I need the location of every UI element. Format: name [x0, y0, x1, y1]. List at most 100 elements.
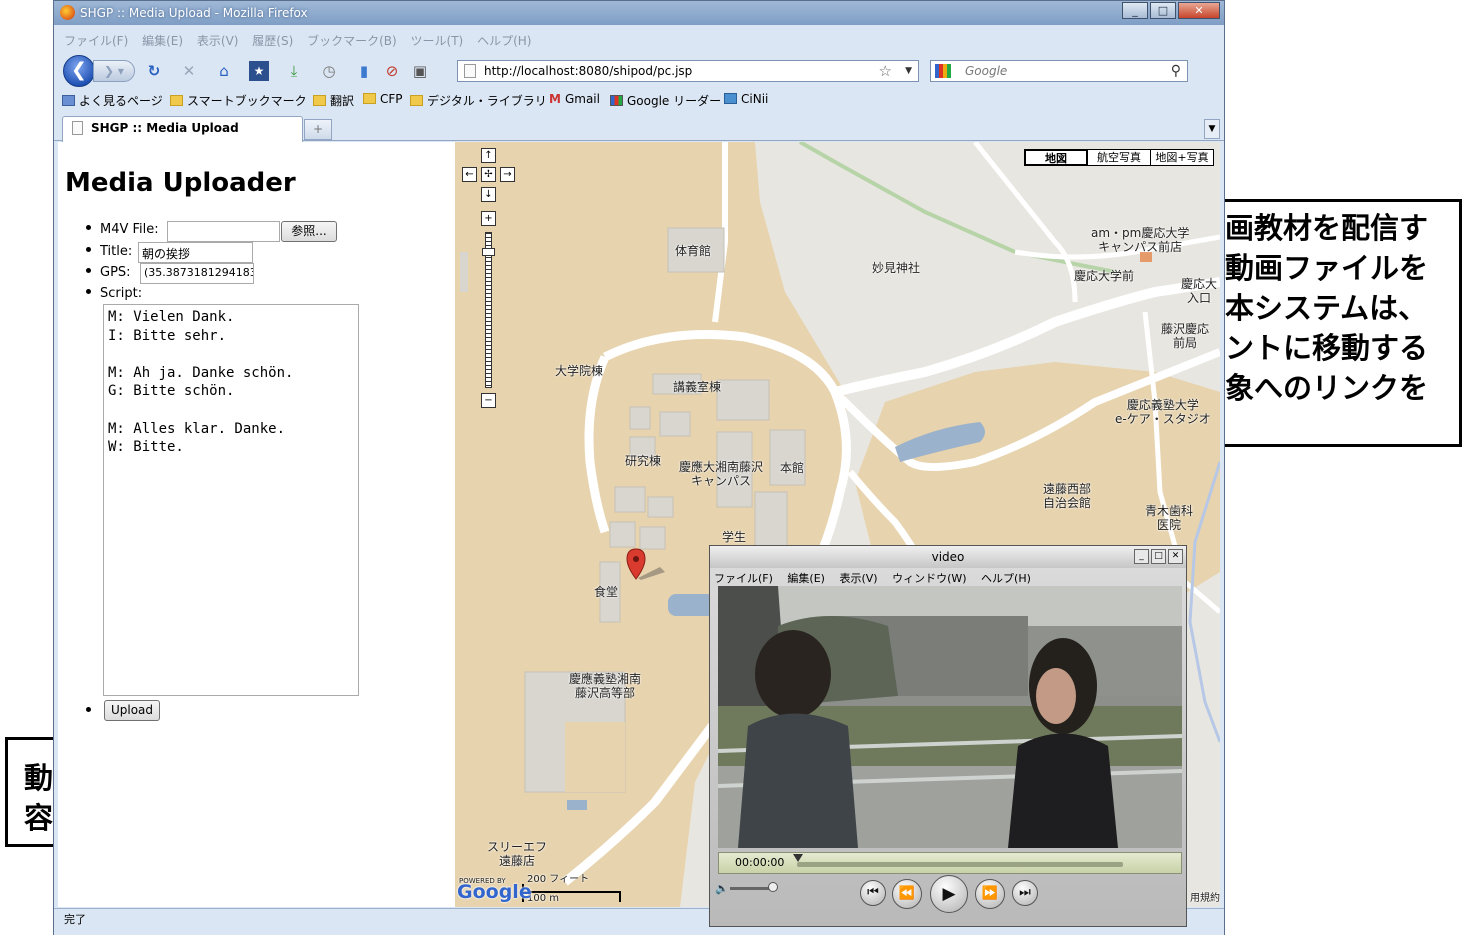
bookmark-label: CFP: [380, 92, 403, 106]
bookmark-translate[interactable]: 翻訳: [313, 92, 354, 109]
pan-right-button[interactable]: →: [500, 167, 515, 182]
media-uploader-form: Media Uploader M4V File: 参照... Title: 朝の…: [58, 142, 455, 907]
skip-back-button[interactable]: ⏮: [860, 880, 886, 906]
video-minimize-button[interactable]: _: [1134, 549, 1149, 564]
pan-up-button[interactable]: ↑: [481, 148, 496, 163]
bookmark-digital-library[interactable]: デジタル・ライブラリ: [410, 92, 547, 109]
camera-icon[interactable]: ▣: [410, 61, 430, 81]
folder-icon: [170, 95, 183, 106]
title-input[interactable]: 朝の挨拶: [138, 242, 253, 263]
scale-feet-label: 200 フィート: [527, 874, 590, 885]
map-label: スリーエフ 遠藤店: [487, 840, 548, 868]
video-progress-bar[interactable]: 00:00:00: [718, 852, 1182, 874]
block-icon[interactable]: ⊘: [382, 61, 402, 81]
video-menu-edit[interactable]: 編集(E): [787, 572, 825, 585]
map-type-satellite[interactable]: 航空写真: [1087, 149, 1151, 166]
minimize-button[interactable]: _: [1122, 2, 1148, 19]
video-frame[interactable]: [718, 586, 1182, 848]
title-bar[interactable]: SHGP :: Media Upload - Mozilla Firefox _…: [54, 1, 1224, 25]
folder-icon: [410, 95, 423, 106]
google-search-engine-icon[interactable]: [935, 64, 951, 78]
bookmark-google-reader[interactable]: Google リーダー: [610, 92, 721, 109]
back-button[interactable]: ❮: [63, 55, 95, 87]
menu-file[interactable]: ファイル(F): [64, 32, 128, 49]
volume-icon: 🔈: [715, 882, 729, 895]
video-title-bar[interactable]: video _ □ ✕: [710, 546, 1186, 568]
map-type-hybrid[interactable]: 地図+写真: [1150, 149, 1214, 166]
fast-forward-button[interactable]: ⏩: [975, 879, 1005, 909]
map-label: 講義室棟: [673, 380, 722, 394]
close-button[interactable]: ✕: [1178, 2, 1220, 19]
bookmark-cinii[interactable]: CiNii: [724, 92, 768, 106]
video-close-button[interactable]: ✕: [1168, 549, 1183, 564]
script-textarea[interactable]: M: Vielen Dank. I: Bitte sehr. M: Ah ja.…: [103, 304, 359, 696]
map-label: 食堂: [594, 585, 619, 599]
bookmark-most-visited[interactable]: よく見るページ: [62, 92, 163, 109]
history-clock-icon[interactable]: ◷: [319, 61, 339, 81]
video-menu-view[interactable]: 表示(V): [839, 572, 877, 585]
bookmarks-star-icon[interactable]: ★: [249, 61, 269, 81]
map-label: 遠藤西部 自治会館: [1043, 482, 1092, 510]
gps-input[interactable]: (35.38731812941834: [140, 263, 254, 284]
bookmark-star-icon[interactable]: ☆: [879, 61, 892, 81]
bookmark-smart[interactable]: スマートブックマーク: [170, 92, 307, 109]
rewind-button[interactable]: ⏪: [892, 879, 922, 909]
video-menu-window[interactable]: ウィンドウ(W): [892, 572, 966, 585]
maximize-button[interactable]: □: [1150, 2, 1176, 19]
zoom-out-button[interactable]: −: [481, 393, 496, 408]
menu-help[interactable]: ヘルプ(H): [477, 32, 531, 49]
pan-left-button[interactable]: ←: [462, 167, 477, 182]
reload-icon[interactable]: ↻: [144, 61, 164, 81]
stop-icon[interactable]: ✕: [179, 61, 199, 81]
map-label: am・pm慶応大学 キャンパス前店: [1091, 226, 1190, 254]
new-tab-button[interactable]: +: [304, 119, 332, 140]
title-field-row: Title:: [86, 244, 132, 259]
gps-field-row: GPS:: [86, 265, 131, 280]
search-icon[interactable]: ⚲: [1171, 61, 1181, 81]
menu-view[interactable]: 表示(V): [197, 32, 239, 49]
map-label: 青木歯科 医院: [1145, 504, 1194, 532]
skip-forward-button[interactable]: ⏭: [1012, 880, 1038, 906]
pan-center-button[interactable]: ✢: [481, 167, 496, 182]
bookmark-gmail[interactable]: M Gmail: [549, 92, 600, 106]
upload-button[interactable]: Upload: [104, 700, 160, 721]
volume-slider-thumb[interactable]: [768, 882, 778, 892]
sidebar-icon[interactable]: ▮: [354, 61, 374, 81]
forward-button[interactable]: ❯ ▾: [93, 60, 135, 82]
tab-list-chevron-icon[interactable]: ▼: [1204, 119, 1220, 139]
video-menu-help[interactable]: ヘルプ(H): [981, 572, 1031, 585]
pan-down-button[interactable]: ↓: [481, 187, 496, 202]
download-icon[interactable]: ⤓: [284, 61, 304, 81]
chevron-down-icon[interactable]: ▼: [905, 61, 912, 81]
bookmark-cfp[interactable]: CFP: [363, 92, 403, 106]
search-input[interactable]: Google ⚲: [930, 60, 1188, 82]
zoom-in-button[interactable]: +: [481, 211, 496, 226]
menu-bookmarks[interactable]: ブックマーク(B): [307, 32, 397, 49]
script-label: Script:: [100, 286, 143, 301]
gps-label: GPS:: [100, 265, 131, 280]
menu-tools[interactable]: ツール(T): [411, 32, 464, 49]
url-bar[interactable]: http://localhost:8080/shipod/pc.jsp ☆ ▼: [457, 60, 919, 82]
browse-button[interactable]: 参照...: [281, 221, 337, 242]
video-seek-thumb[interactable]: [793, 854, 803, 862]
map-label: 慶応義塾大学 e-ケア・スタジオ: [1115, 398, 1211, 426]
m4v-file-input[interactable]: [167, 221, 280, 242]
tab-title: SHGP :: Media Upload: [91, 121, 239, 135]
menu-edit[interactable]: 編集(E): [142, 32, 183, 49]
video-seek-track[interactable]: [797, 862, 1123, 867]
bookmark-label: 翻訳: [330, 94, 355, 108]
tab-media-upload[interactable]: SHGP :: Media Upload: [62, 116, 303, 142]
video-maximize-button[interactable]: □: [1151, 549, 1166, 564]
map-label: 学生: [722, 530, 747, 544]
zoom-slider-thumb[interactable]: [482, 248, 495, 256]
home-icon[interactable]: ⌂: [214, 61, 234, 81]
terms-link[interactable]: 用規約: [1190, 892, 1220, 906]
tab-strip: SHGP :: Media Upload + ▼: [54, 113, 1224, 142]
bookmark-label: よく見るページ: [79, 94, 163, 108]
map-type-map[interactable]: 地図: [1024, 149, 1088, 166]
video-menu-file[interactable]: ファイル(F): [714, 572, 773, 585]
play-button[interactable]: ▶: [930, 875, 968, 913]
video-player-window[interactable]: video _ □ ✕ ファイル(F) 編集(E) 表示(V) ウィンドウ(W)…: [709, 545, 1187, 927]
bullet: [86, 247, 91, 252]
menu-history[interactable]: 履歴(S): [252, 32, 293, 49]
